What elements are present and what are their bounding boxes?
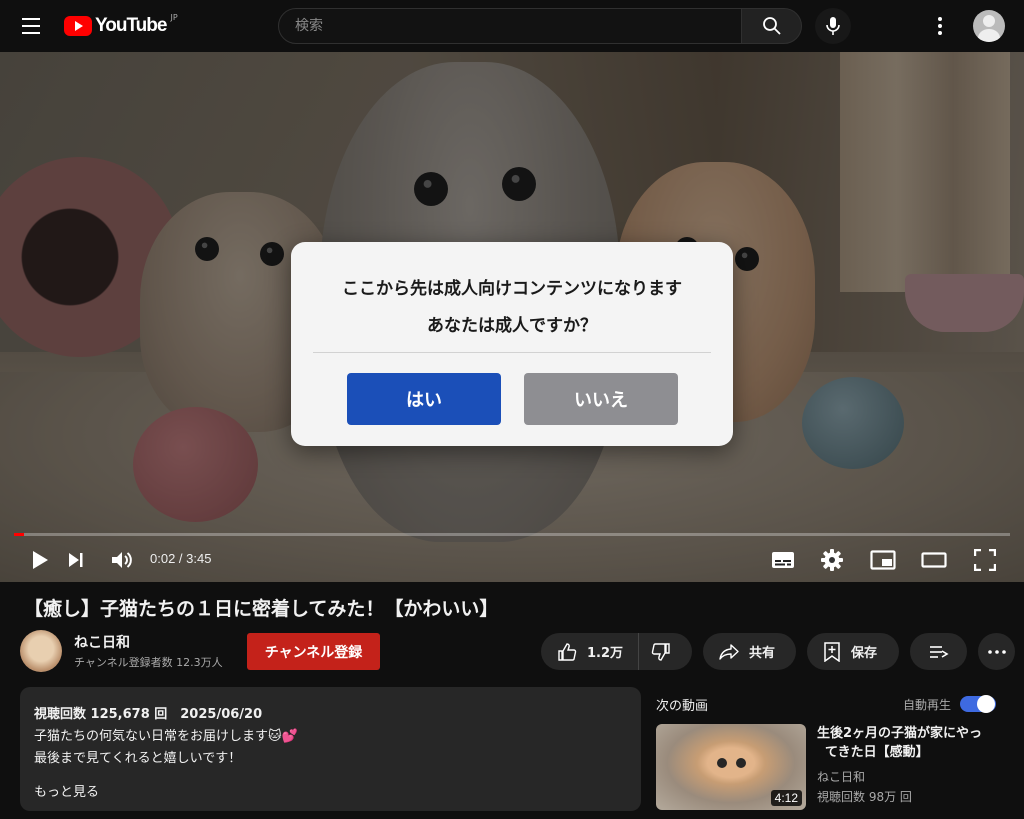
save-content: 保存 xyxy=(807,633,877,670)
account-icon[interactable] xyxy=(973,10,1005,42)
video-title: 【癒し】子猫たちの１日に密着してみた！【かわいい】 xyxy=(24,598,499,620)
thumbs-up-icon xyxy=(558,642,577,661)
more-horiz-icon xyxy=(987,649,1006,654)
yes-button[interactable]: はい xyxy=(347,373,501,425)
more-vert-icon[interactable] xyxy=(926,12,954,40)
settings-button[interactable] xyxy=(817,544,847,576)
more-actions-button[interactable] xyxy=(978,633,1015,670)
voice-search-button[interactable] xyxy=(815,8,851,44)
save-button[interactable]: 保存 xyxy=(807,633,899,670)
recommended-title-line: 生後2ヶ月の子猫が家にやっ xyxy=(817,726,983,741)
progress-played xyxy=(14,533,24,536)
dislike-button[interactable] xyxy=(639,633,691,670)
next-icon xyxy=(69,553,83,567)
theater-mode-button[interactable] xyxy=(919,544,949,576)
save-icon xyxy=(824,641,840,662)
up-next-label: 次の動画 xyxy=(656,699,709,714)
channel-name[interactable]: ねこ日和 xyxy=(74,632,130,652)
like-count: 1.2万 xyxy=(587,646,624,661)
video-duration: 4:12 xyxy=(770,790,802,806)
subtitles-button[interactable] xyxy=(768,544,798,576)
miniplayer-icon xyxy=(870,550,896,570)
subtitles-icon xyxy=(772,552,794,568)
progress-bar[interactable] xyxy=(14,533,1010,536)
play-icon xyxy=(33,551,48,569)
description-line: 子猫たちの何気ない日常をお届けします🐱💕 xyxy=(34,729,298,744)
like-button[interactable]: 1.2万 xyxy=(541,633,639,670)
subscriber-count: チャンネル登録者数 12.3万人 xyxy=(74,656,223,669)
save-label: 保存 xyxy=(851,646,878,661)
play-button[interactable] xyxy=(26,544,54,576)
miniplayer-button[interactable] xyxy=(868,544,898,576)
youtube-play-logo-icon xyxy=(64,16,92,36)
channel-avatar[interactable] xyxy=(20,630,62,672)
autoplay-toggle[interactable] xyxy=(960,695,996,713)
search-button[interactable] xyxy=(741,8,802,44)
youtube-logo[interactable]: YouTube JP xyxy=(64,13,178,39)
time-display: 0:02 / 3:45 xyxy=(150,551,212,566)
no-button[interactable]: いいえ xyxy=(524,373,678,425)
subscribe-button[interactable]: チャンネル登録 xyxy=(247,633,380,670)
description-box[interactable]: 視聴回数 125,678 回 2025/06/20 子猫たちの何気ない日常をお届… xyxy=(20,687,641,811)
recommended-view-count: 視聴回数 98万 回 xyxy=(817,790,912,804)
next-button[interactable] xyxy=(62,544,90,576)
recommended-video-title[interactable]: 生後2ヶ月の子猫が家にやっ てきた日【感動】 xyxy=(817,724,1007,762)
mic-icon xyxy=(826,17,840,35)
volume-icon xyxy=(112,552,132,568)
recommended-title-line: てきた日【感動】 xyxy=(825,745,929,760)
fullscreen-icon xyxy=(974,549,996,571)
recommended-video-thumbnail[interactable]: 4:12 xyxy=(656,724,806,810)
dialog-question: あなたは成人ですか？ xyxy=(427,316,597,336)
search-icon xyxy=(762,17,781,35)
age-confirm-dialog: ここから先は成人向けコンテンツになります あなたは成人ですか？ はい いいえ xyxy=(291,242,733,446)
add-to-queue-icon xyxy=(929,645,949,658)
description-line: 最後まで見てくれると嬉しいです！ xyxy=(34,751,242,766)
add-to-queue-button[interactable] xyxy=(910,633,967,670)
recommended-channel-name[interactable]: ねこ日和 xyxy=(817,768,865,785)
view-count-date: 視聴回数 125,678 回 2025/06/20 xyxy=(34,707,263,722)
search-input[interactable] xyxy=(279,9,741,43)
dialog-message: ここから先は成人向けコンテンツになります xyxy=(342,279,682,299)
fullscreen-button[interactable] xyxy=(970,544,1000,576)
share-label: 共有 xyxy=(749,646,776,661)
volume-button[interactable] xyxy=(106,544,138,576)
theater-icon xyxy=(921,552,947,568)
top-bar: YouTube JP xyxy=(0,0,1024,52)
dialog-divider xyxy=(313,352,711,353)
share-content: 共有 xyxy=(703,633,775,670)
autoplay-label: 自動再生 xyxy=(903,698,952,712)
share-button[interactable]: 共有 xyxy=(703,633,796,670)
logo-text: YouTube xyxy=(95,15,167,36)
share-icon xyxy=(719,643,739,660)
settings-icon xyxy=(821,549,843,571)
logo-region: JP xyxy=(170,12,178,22)
menu-icon[interactable] xyxy=(17,13,45,39)
like-dislike-group: 1.2万 xyxy=(541,633,692,670)
search-box xyxy=(278,8,742,44)
thumbs-down-icon xyxy=(651,642,670,661)
show-more-link[interactable]: もっと見る xyxy=(34,781,99,800)
